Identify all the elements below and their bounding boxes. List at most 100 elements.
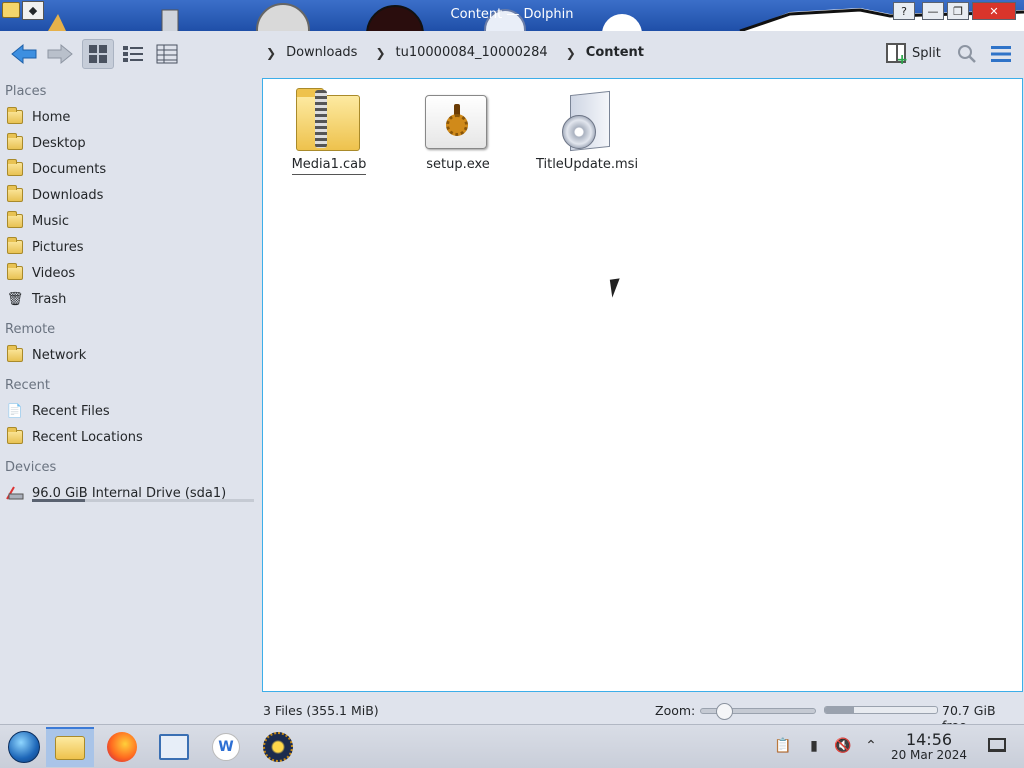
speaker-muted-icon[interactable]: 🔇 bbox=[834, 737, 852, 755]
battery-icon[interactable]: ▮ bbox=[805, 737, 823, 755]
sidebar-item-recent-locations[interactable]: Recent Locations bbox=[0, 424, 260, 450]
trash-icon: 🗑 bbox=[6, 291, 24, 307]
taskbar-firefox[interactable] bbox=[98, 727, 146, 767]
main-toolbar: ❯ Downloads ❯ tu10000084_10000284 ❯ Cont… bbox=[0, 31, 1024, 78]
recent-locations-icon bbox=[6, 427, 24, 446]
devices-section-label: Devices bbox=[5, 460, 57, 475]
sidebar-item-label: Documents bbox=[32, 161, 107, 177]
sidebar-item-recent-files[interactable]: 📄 Recent Files bbox=[0, 398, 260, 424]
archive-icon bbox=[296, 88, 360, 151]
search-button[interactable] bbox=[954, 39, 980, 69]
sidebar-item-documents[interactable]: Documents bbox=[0, 156, 260, 182]
taskbar-wps-office[interactable]: W bbox=[202, 727, 250, 767]
clipboard-icon[interactable]: 📋 bbox=[774, 737, 792, 755]
breadcrumb-chevron-icon: ❯ bbox=[266, 45, 277, 60]
split-button[interactable]: + Split bbox=[886, 43, 941, 67]
installer-package-icon bbox=[560, 90, 614, 152]
file-item-setup-exe[interactable]: setup.exe bbox=[398, 91, 518, 174]
sidebar-item-label: Music bbox=[32, 213, 69, 229]
remote-section-label: Remote bbox=[5, 322, 56, 337]
sidebar-item-label: Network bbox=[32, 347, 87, 363]
videos-folder-icon bbox=[6, 263, 24, 282]
breadcrumb-chevron-icon: ❯ bbox=[375, 45, 386, 60]
sidebar-item-label: Recent Files bbox=[32, 403, 110, 419]
window-title: Content — Dolphin bbox=[450, 7, 574, 22]
help-button[interactable]: ? bbox=[893, 2, 915, 20]
compact-view-icon bbox=[123, 46, 143, 62]
start-menu-icon bbox=[8, 731, 40, 763]
search-icon bbox=[958, 45, 976, 63]
breadcrumb-item-folder[interactable]: tu10000084_10000284 bbox=[396, 45, 548, 60]
executable-icon bbox=[425, 95, 487, 149]
sidebar-item-trash[interactable]: 🗑 Trash bbox=[0, 286, 260, 312]
start-menu-button[interactable] bbox=[0, 727, 48, 767]
breadcrumb: ❯ Downloads ❯ tu10000084_10000284 ❯ Cont… bbox=[262, 45, 658, 60]
window-titlebar[interactable]: ◆ Content — Dolphin ? — ❐ ✕ bbox=[0, 0, 1024, 31]
breadcrumb-item-current[interactable]: Content bbox=[586, 45, 644, 60]
sidebar-item-downloads[interactable]: Downloads bbox=[0, 182, 260, 208]
details-view-icon bbox=[156, 44, 178, 64]
file-item-media1-cab[interactable]: Media1.cab bbox=[269, 88, 389, 175]
downloads-folder-icon bbox=[6, 185, 24, 204]
desktop-folder-icon bbox=[6, 133, 24, 152]
drive-usage-fill bbox=[32, 499, 86, 502]
clock[interactable]: 14:56 20 Mar 2024 bbox=[886, 731, 972, 763]
icons-view-button[interactable] bbox=[82, 39, 114, 69]
hamburger-menu-button[interactable] bbox=[988, 39, 1014, 69]
sidebar-item-label: Recent Locations bbox=[32, 429, 143, 445]
taskbar-wine[interactable] bbox=[254, 727, 302, 767]
arrow-left-icon bbox=[11, 43, 37, 65]
zoom-slider[interactable] bbox=[700, 703, 816, 720]
zoom-label: Zoom: bbox=[655, 703, 696, 718]
home-folder-icon bbox=[6, 107, 24, 126]
split-view-icon: + bbox=[886, 43, 908, 67]
show-desktop-icon[interactable] bbox=[988, 738, 1006, 752]
sidebar-item-label: Home bbox=[32, 109, 71, 125]
file-name: setup.exe bbox=[426, 157, 490, 172]
wps-office-icon: W bbox=[212, 733, 240, 761]
details-view-button[interactable] bbox=[152, 39, 182, 69]
pictures-folder-icon bbox=[6, 237, 24, 256]
sidebar-item-music[interactable]: Music bbox=[0, 208, 260, 234]
network-folder-icon bbox=[6, 345, 24, 364]
sidebar-item-network[interactable]: Network bbox=[0, 342, 260, 368]
sidebar-item-label: Pictures bbox=[32, 239, 84, 255]
file-name: Media1.cab bbox=[291, 157, 367, 175]
sidebar-item-label: Videos bbox=[32, 265, 76, 281]
arrow-right-icon bbox=[47, 43, 73, 65]
places-panel: Places Home Desktop Documents Downloads … bbox=[0, 78, 260, 700]
forward-button[interactable] bbox=[44, 39, 76, 69]
wine-icon bbox=[263, 732, 293, 762]
back-button[interactable] bbox=[8, 39, 40, 69]
taskbar-system-settings[interactable] bbox=[150, 727, 198, 767]
documents-folder-icon bbox=[6, 159, 24, 178]
places-section-label: Places bbox=[5, 84, 47, 99]
recent-section-label: Recent bbox=[5, 378, 50, 393]
status-bar: 3 Files (355.1 MiB) Zoom: 70.7 GiB free bbox=[0, 700, 1024, 733]
file-item-titleupdate-msi[interactable]: TitleUpdate.msi bbox=[527, 90, 647, 174]
maximize-button[interactable]: ❐ bbox=[947, 2, 969, 20]
sidebar-item-internal-drive[interactable]: 96.0 GiB Internal Drive (sda1) bbox=[0, 480, 260, 506]
clock-date: 20 Mar 2024 bbox=[890, 748, 968, 762]
hard-drive-icon bbox=[6, 484, 24, 502]
hamburger-menu-icon bbox=[991, 46, 1011, 62]
status-summary: 3 Files (355.1 MiB) bbox=[263, 703, 379, 718]
sidebar-item-pictures[interactable]: Pictures bbox=[0, 234, 260, 260]
close-button[interactable]: ✕ bbox=[972, 2, 1016, 20]
sidebar-item-videos[interactable]: Videos bbox=[0, 260, 260, 286]
file-view[interactable]: Media1.cab setup.exe TitleUpdate.msi bbox=[262, 78, 1023, 692]
sidebar-item-label: Trash bbox=[32, 291, 67, 307]
system-settings-icon bbox=[159, 734, 189, 760]
sidebar-item-home[interactable]: Home bbox=[0, 104, 260, 130]
firefox-icon bbox=[107, 732, 137, 762]
sidebar-item-desktop[interactable]: Desktop bbox=[0, 130, 260, 156]
drive-usage-bar bbox=[32, 499, 254, 502]
minimize-button[interactable]: — bbox=[922, 2, 944, 20]
chevron-up-icon[interactable]: ⌃ bbox=[862, 737, 880, 755]
split-button-label: Split bbox=[912, 45, 941, 61]
taskbar-dolphin[interactable] bbox=[46, 727, 94, 767]
zoom-slider-handle[interactable] bbox=[716, 703, 734, 720]
icons-view-icon bbox=[89, 45, 107, 63]
compact-view-button[interactable] bbox=[118, 39, 148, 69]
breadcrumb-item-downloads[interactable]: Downloads bbox=[286, 45, 357, 60]
